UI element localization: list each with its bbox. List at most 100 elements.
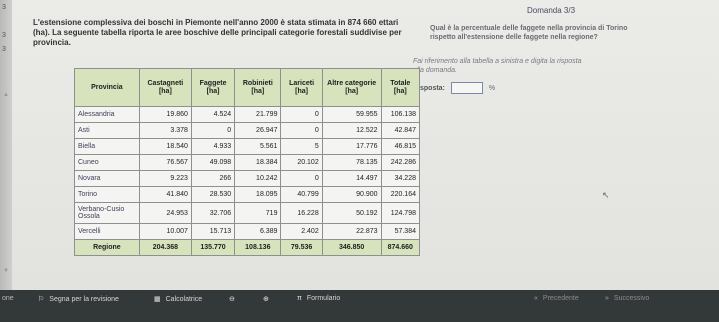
next-label: Successivo	[613, 295, 650, 302]
table-cell: 10.007	[138, 223, 192, 240]
scroll-up-icon[interactable]: ▲	[3, 92, 9, 98]
header-robinieti: Robinieti [ha]	[234, 68, 282, 107]
table-cell: 108.136	[234, 239, 282, 256]
zoom-in-button[interactable]: ⊕	[263, 295, 269, 303]
formulary-button[interactable]: π Formulario	[297, 295, 340, 302]
chevron-double-left-icon: «	[534, 295, 538, 302]
table-cell: 42.847	[380, 122, 421, 139]
table-cell: 12.522	[321, 122, 382, 139]
header-altre-categorie: Altre categorie [ha]	[321, 68, 382, 107]
table-cell: 0	[280, 170, 323, 187]
previous-label: Precedente	[542, 295, 579, 302]
table-cell: 19.860	[138, 106, 192, 123]
table-cell: Regione	[74, 239, 140, 256]
table-cell: 0	[280, 122, 323, 139]
table-cell: 4.933	[190, 138, 236, 155]
pi-icon: π	[297, 295, 302, 302]
table-row: Novara 9.223 266 10.242 0 14.497 34.228	[74, 170, 421, 187]
next-button[interactable]: » Successivo	[605, 295, 649, 302]
question-text: Qual è la percentuale delle faggete nell…	[430, 25, 628, 41]
table-row: Asti 3.378 0 26.947 0 12.522 42.847	[74, 122, 421, 139]
header-provincia: Provincia	[74, 68, 140, 107]
table-cell: 24.953	[138, 202, 192, 224]
table-cell: 719	[234, 202, 282, 224]
forest-table: Provincia Castagneti [ha] Faggete [ha] R…	[74, 68, 421, 256]
table-cell: 220.164	[380, 186, 421, 203]
table-cell: 40.799	[280, 186, 323, 203]
table-row: Vercelli 10.007 15.713 6.389 2.402 22.87…	[74, 223, 421, 240]
table-cell: 15.713	[190, 223, 236, 240]
left-edge-label: 3	[2, 4, 6, 11]
table-cell: Torino	[74, 186, 140, 203]
table-cell: 34.228	[380, 170, 421, 187]
table-cell: 26.947	[234, 122, 282, 139]
scroll-down-icon[interactable]: ▼	[3, 268, 9, 274]
calculator-icon: ▦	[154, 296, 161, 303]
intro-text: L'estensione complessiva dei boschi in P…	[33, 18, 402, 47]
table-cell: 242.286	[380, 154, 421, 171]
table-cell: 2.402	[280, 223, 323, 240]
table-cell: Biella	[74, 138, 140, 155]
flag-for-review-button[interactable]: ⚐ Segna per la revisione	[38, 295, 119, 304]
table-cell: 14.497	[321, 170, 382, 187]
header-totale: Totale [ha]	[380, 68, 421, 107]
table-cell: 20.102	[280, 154, 323, 171]
table-cell: 90.900	[321, 186, 382, 203]
table-cell: 78.135	[321, 154, 382, 171]
table-cell: 22.873	[321, 223, 382, 240]
table-row: Alessandria 19.860 4.524 21.799 0 59.955…	[74, 106, 421, 123]
table-cell: Novara	[74, 170, 140, 187]
formulary-label: Formulario	[306, 295, 341, 302]
table-cell: 3.378	[138, 122, 192, 139]
table-cell: 57.384	[380, 223, 421, 240]
zoom-out-button[interactable]: ⊖	[229, 295, 235, 303]
left-edge-label: 3	[2, 32, 6, 39]
table-row: Torino 41.840 28.530 18.095 40.799 90.90…	[74, 186, 421, 203]
answer-input[interactable]	[450, 82, 483, 94]
question-counter: Domanda 3/3	[527, 6, 576, 15]
table-cell: 28.530	[190, 186, 236, 203]
table-cell: 49.098	[190, 154, 236, 171]
answer-unit: %	[488, 84, 496, 92]
table-cell: 10.242	[234, 170, 282, 187]
table-cell: Cuneo	[74, 154, 140, 171]
question-page: Domanda 3/3 L'estensione complessiva dei…	[12, 0, 719, 290]
table-cell: 46.815	[380, 138, 421, 155]
instruction-text: Fai riferimento alla tabella a sinistra …	[413, 58, 582, 74]
table-row: Verbano-Cusio Ossola 24.953 32.706 719 1…	[74, 202, 421, 224]
left-edge-label: 3	[2, 46, 6, 53]
table-cell: 5.561	[234, 138, 282, 155]
table-cell: 18.384	[234, 154, 282, 171]
calculator-button[interactable]: ▦ Calcolatrice	[154, 295, 203, 304]
table-cell: 135.770	[190, 239, 236, 256]
table-cell: 874.660	[380, 239, 421, 256]
table-cell: 18.540	[138, 138, 192, 155]
flag-icon: ⚐	[38, 296, 45, 303]
table-cell: 50.192	[321, 202, 382, 224]
toolbar-left-fragment: one	[2, 295, 14, 302]
calculator-label: Calcolatrice	[165, 295, 203, 303]
table-cell: 21.799	[234, 106, 282, 123]
chevron-double-right-icon: »	[605, 295, 609, 302]
table-cell: Alessandria	[74, 106, 140, 123]
table-cell: 16.228	[280, 202, 323, 224]
zoom-out-icon: ⊖	[229, 296, 235, 303]
header-lariceti: Lariceti [ha]	[280, 68, 323, 107]
previous-button[interactable]: « Precedente	[534, 295, 579, 302]
header-faggete: Faggete [ha]	[190, 68, 236, 107]
table-total-row: Regione 204.368 135.770 108.136 79.536 3…	[74, 239, 421, 256]
header-castagneti: Castagneti [ha]	[138, 68, 192, 107]
table-cell: 124.798	[380, 202, 421, 224]
table-cell: 32.706	[190, 202, 236, 224]
table-cell: 0	[190, 122, 236, 139]
table-cell: 5	[280, 138, 323, 155]
left-panel-edge: 3 3 3 ▲ ▼	[0, 0, 12, 290]
table-cell: 41.840	[138, 186, 192, 203]
answer-row: Risposta: %	[413, 82, 495, 94]
table-cell: Vercelli	[74, 223, 140, 240]
table-cell: 204.368	[138, 239, 192, 256]
table-cell: 76.567	[138, 154, 192, 171]
table-cell: 6.389	[234, 223, 282, 240]
table-header-row: Provincia Castagneti [ha] Faggete [ha] R…	[74, 68, 421, 107]
table-cell: 4.524	[190, 106, 236, 123]
